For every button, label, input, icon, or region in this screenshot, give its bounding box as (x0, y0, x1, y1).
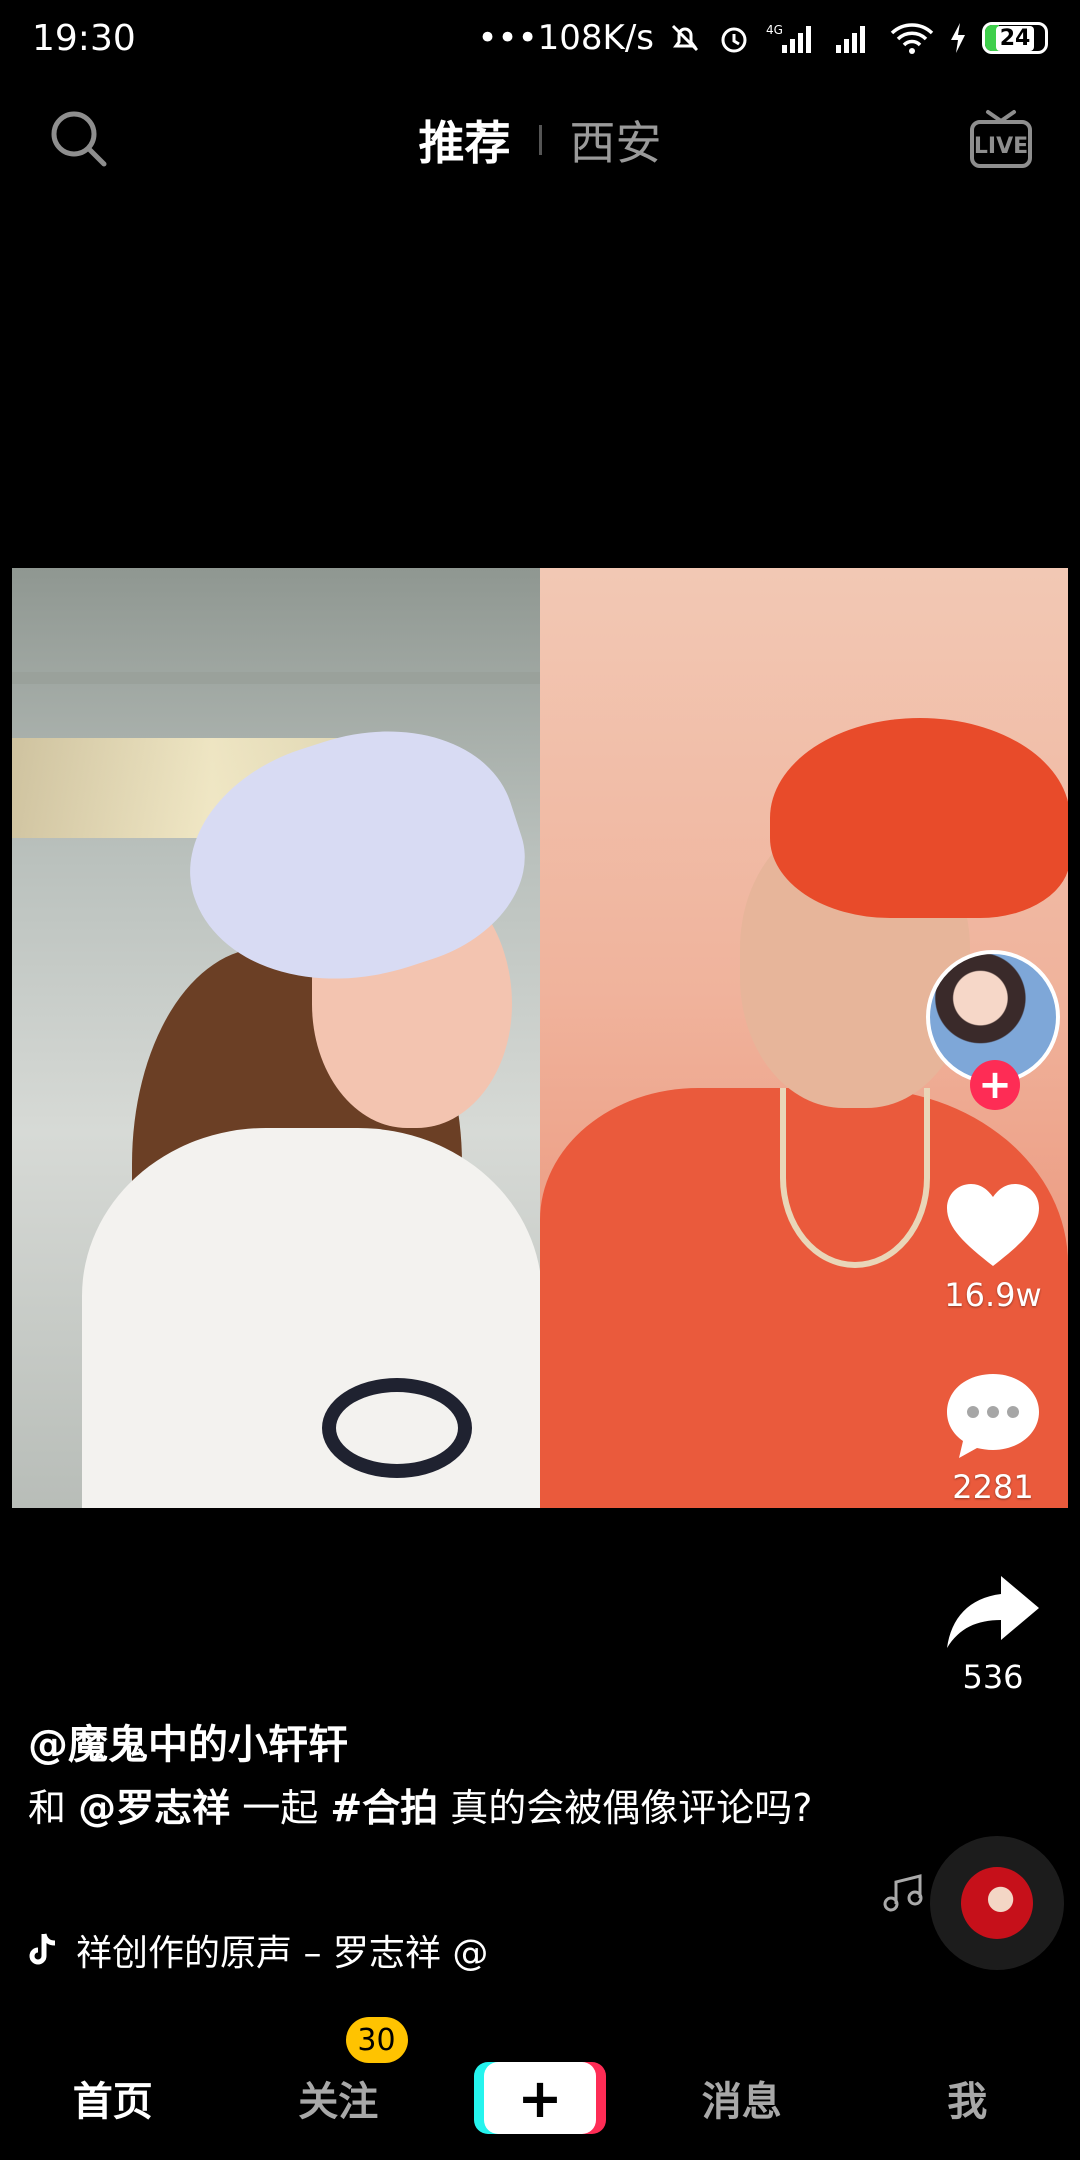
comment-icon (947, 1374, 1039, 1458)
share-arrow-icon (947, 1576, 1039, 1648)
video-description: 和 @罗志祥 一起 #合拍 真的会被偶像评论吗? (28, 1780, 828, 1836)
tiktok-note-icon (29, 1933, 56, 1965)
network-speed: •••108K/s (477, 18, 654, 58)
nav-home[interactable]: 首页 (0, 2069, 226, 2127)
heart-icon (947, 1184, 1039, 1266)
desc-mid: 一起 (242, 1786, 319, 1830)
nav-home-label: 首页 (72, 2079, 153, 2125)
hashtag-link[interactable]: #合拍 (330, 1786, 438, 1830)
status-time: 19:30 (32, 17, 136, 59)
mute-bell-icon (671, 24, 699, 52)
svg-text:4G: 4G (766, 23, 783, 37)
signal-icon (836, 26, 865, 53)
top-nav: 推荐 西安 LIVE (0, 100, 1080, 180)
wifi-icon (890, 23, 934, 54)
tab-local-xian[interactable]: 西安 (570, 107, 662, 173)
comment-button[interactable]: 2281 (926, 1370, 1060, 1506)
alarm-icon (721, 27, 747, 53)
bottom-nav: 首页 关注 30 + 消息 我 (0, 2017, 1080, 2160)
signal-4g-icon: 4G (766, 23, 811, 53)
charging-icon (951, 23, 965, 53)
share-count: 536 (962, 1658, 1024, 1696)
duet-left-video (12, 568, 540, 1508)
nav-following-label: 关注 (298, 2079, 379, 2125)
plus-icon: + (484, 2062, 596, 2134)
desc-prefix: 和 (28, 1786, 67, 1830)
comment-count: 2281 (952, 1468, 1034, 1506)
creator-avatar-group: + (926, 950, 1060, 1110)
tab-divider (538, 125, 542, 155)
author-name[interactable]: @魔鬼中的小轩轩 (28, 1712, 348, 1770)
tab-recommended[interactable]: 推荐 (419, 107, 511, 173)
music-info[interactable]: 祥创作的原声 – 罗志祥 @ (28, 1922, 528, 1978)
battery-level: 24 (995, 25, 1035, 51)
music-notes-icon (883, 1874, 923, 1912)
follow-button[interactable]: + (970, 1060, 1020, 1110)
live-label: LIVE (974, 134, 1028, 159)
nav-profile[interactable]: 我 (855, 2069, 1080, 2127)
status-bar: 19:30 •••108K/s 4G 24 (0, 0, 1080, 76)
status-icons: •••108K/s 4G 24 (477, 18, 1048, 58)
following-badge: 30 (345, 2017, 408, 2063)
live-icon[interactable]: LIVE (968, 106, 1034, 172)
desc-suffix: 真的会被偶像评论吗? (450, 1786, 813, 1830)
nav-following[interactable]: 关注 30 (226, 2017, 452, 2127)
like-count: 16.9w (944, 1276, 1042, 1314)
create-button[interactable]: + (474, 2062, 606, 2134)
mention-link[interactable]: @罗志祥 (78, 1786, 230, 1830)
music-cover (961, 1867, 1033, 1939)
video-player[interactable] (12, 568, 1068, 1508)
like-button[interactable]: 16.9w (926, 1180, 1060, 1314)
nav-profile-label: 我 (947, 2079, 988, 2125)
nav-messages[interactable]: 消息 (629, 2069, 855, 2127)
battery-icon: 24 (982, 22, 1048, 54)
nav-messages-label: 消息 (701, 2079, 782, 2125)
music-title: 祥创作的原声 – 罗志祥 @ (76, 1933, 489, 1974)
feed-tabs: 推荐 西安 (0, 100, 1080, 180)
music-disc[interactable] (930, 1836, 1064, 1970)
share-button[interactable]: 536 (926, 1572, 1060, 1696)
